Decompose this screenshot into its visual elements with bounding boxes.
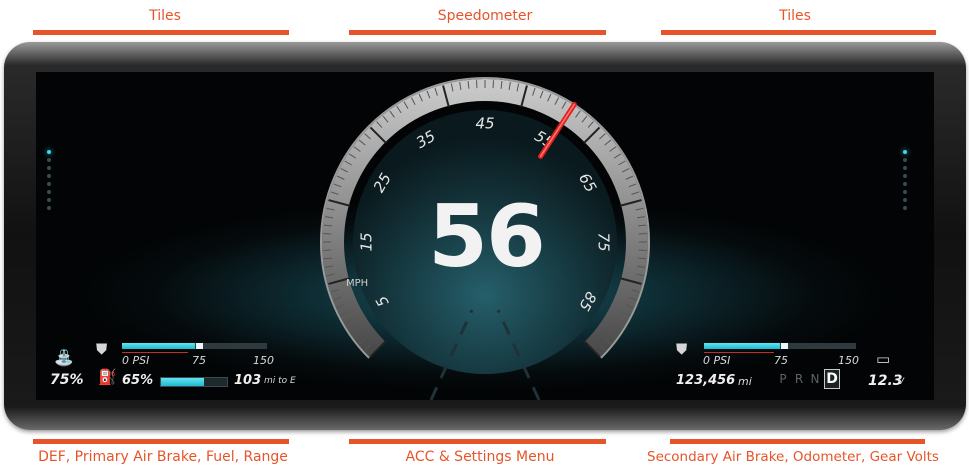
bottom-bar-right (670, 439, 925, 444)
bottom-bar-center (349, 439, 606, 444)
range-value: 103 (234, 373, 262, 388)
gear-park: P (779, 372, 787, 386)
speed-readout: 56 (428, 187, 546, 287)
def-fluid-icon: ⛲ (54, 348, 74, 367)
bottom-bar-left (33, 439, 289, 444)
tiles-bar-right (661, 30, 936, 35)
gear-drive-selected: D (824, 369, 840, 389)
primary-brake-mid: 75 (192, 354, 206, 367)
fuel-percent: 65% (122, 373, 154, 388)
bottom-label-left: DEF, Primary Air Brake, Fuel, Range (38, 449, 288, 465)
primary-brake-min: 0 PSI (122, 354, 150, 367)
def-percent: 75% (50, 372, 84, 388)
speedometer-label: Speedometer (437, 8, 533, 24)
volts-unit: V (898, 377, 905, 387)
primary-air-brake-bar (122, 343, 267, 349)
bottom-label-right: Secondary Air Brake, Odometer, Gear Volt… (647, 449, 939, 465)
secondary-air-brake-redline (704, 352, 774, 353)
instrument-cluster-screen: 5 15 25 35 45 55 65 75 85 56 MPH ⛲ 75% ⛊ 0 PSI 7… (36, 72, 934, 400)
air-brake-icon: ⛊ (96, 340, 108, 358)
battery-icon: ▭ (876, 350, 891, 368)
speedometer-tick-label: 15 (358, 232, 376, 251)
range-unit: mi to E (264, 376, 296, 386)
gear-neutral: N (810, 372, 820, 386)
primary-air-brake-redline (122, 352, 188, 353)
secondary-brake-max: 150 (838, 354, 859, 367)
fuel-level-bar (160, 377, 228, 387)
air-brake-icon: ⛊ (676, 340, 688, 358)
secondary-brake-mid: 75 (774, 354, 788, 367)
secondary-air-brake-bar (704, 343, 856, 349)
tiles-bar-left (33, 30, 289, 35)
secondary-brake-min: 0 PSI (703, 354, 731, 367)
tiles-label-right: Tiles (779, 8, 811, 24)
tiles-label-left: Tiles (149, 8, 181, 24)
primary-brake-max: 150 (253, 354, 274, 367)
speedometer-bar (349, 30, 606, 35)
fuel-pump-icon: ⛽ (98, 368, 117, 386)
odometer-unit: mi (738, 375, 752, 388)
bottom-label-center: ACC & Settings Menu (405, 449, 555, 465)
speed-unit-label: MPH (346, 278, 369, 289)
gear-reverse: R (794, 372, 804, 386)
odometer-value: 123,456 (676, 373, 736, 388)
speedometer-tick-label: 45 (475, 115, 494, 133)
speedometer-tick-label: 75 (595, 232, 613, 251)
